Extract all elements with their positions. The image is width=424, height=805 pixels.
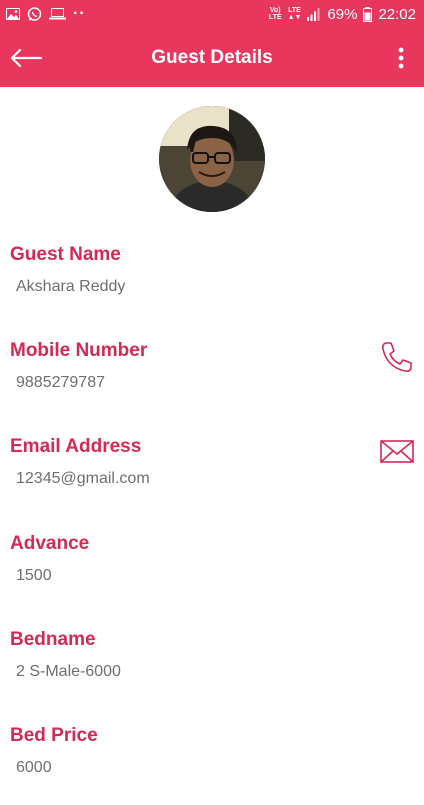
guest-avatar xyxy=(159,106,265,212)
volte-indicator: Vo) LTE xyxy=(268,7,282,21)
status-bar: ·· Vo) LTE LTE ▲▼ 69% 22:02 xyxy=(0,0,424,28)
more-notifications-indicator: ·· xyxy=(73,5,86,22)
bedname-label: Bedname xyxy=(10,629,96,650)
guest-name-value: Akshara Reddy xyxy=(16,278,126,295)
lte-indicator: LTE ▲▼ xyxy=(287,7,302,21)
guest-name-field: Guest Name Akshara Reddy xyxy=(0,244,424,324)
mobile-number-field: Mobile Number 9885279787 xyxy=(0,340,424,420)
email-address-value: 12345@gmail.com xyxy=(16,470,150,487)
page-title: Guest Details xyxy=(151,46,273,68)
advance-field: Advance 1500 xyxy=(0,533,424,613)
email-button[interactable] xyxy=(380,436,414,470)
advance-label: Advance xyxy=(10,533,90,554)
bed-price-field: Bed Price 6000 xyxy=(0,725,424,805)
call-button[interactable] xyxy=(380,340,414,374)
mail-icon xyxy=(380,440,414,463)
clock: 22:02 xyxy=(378,5,416,23)
laptop-icon xyxy=(49,8,66,20)
battery-icon xyxy=(363,6,373,22)
mobile-number-value: 9885279787 xyxy=(16,374,105,391)
advance-value: 1500 xyxy=(16,567,52,584)
battery-percent: 69% xyxy=(327,5,358,23)
email-address-label: Email Address xyxy=(10,436,142,457)
guest-photo xyxy=(159,106,265,212)
more-vertical-icon xyxy=(398,47,404,69)
gallery-icon xyxy=(6,8,20,20)
app-bar: Guest Details xyxy=(0,28,424,87)
bedname-field: Bedname 2 S-Male-6000 xyxy=(0,629,424,709)
arrow-left-icon xyxy=(10,48,42,68)
overflow-menu-button[interactable] xyxy=(388,41,414,75)
bedname-value: 2 S-Male-6000 xyxy=(16,663,121,680)
mobile-number-label: Mobile Number xyxy=(10,340,148,361)
back-button[interactable] xyxy=(8,40,44,76)
phone-icon xyxy=(382,342,412,372)
email-address-field: Email Address 12345@gmail.com xyxy=(0,436,424,516)
bed-price-label: Bed Price xyxy=(10,725,98,746)
bed-price-value: 6000 xyxy=(16,759,52,776)
signal-icon xyxy=(307,7,321,21)
guest-name-label: Guest Name xyxy=(10,244,121,265)
whatsapp-icon xyxy=(27,6,42,22)
